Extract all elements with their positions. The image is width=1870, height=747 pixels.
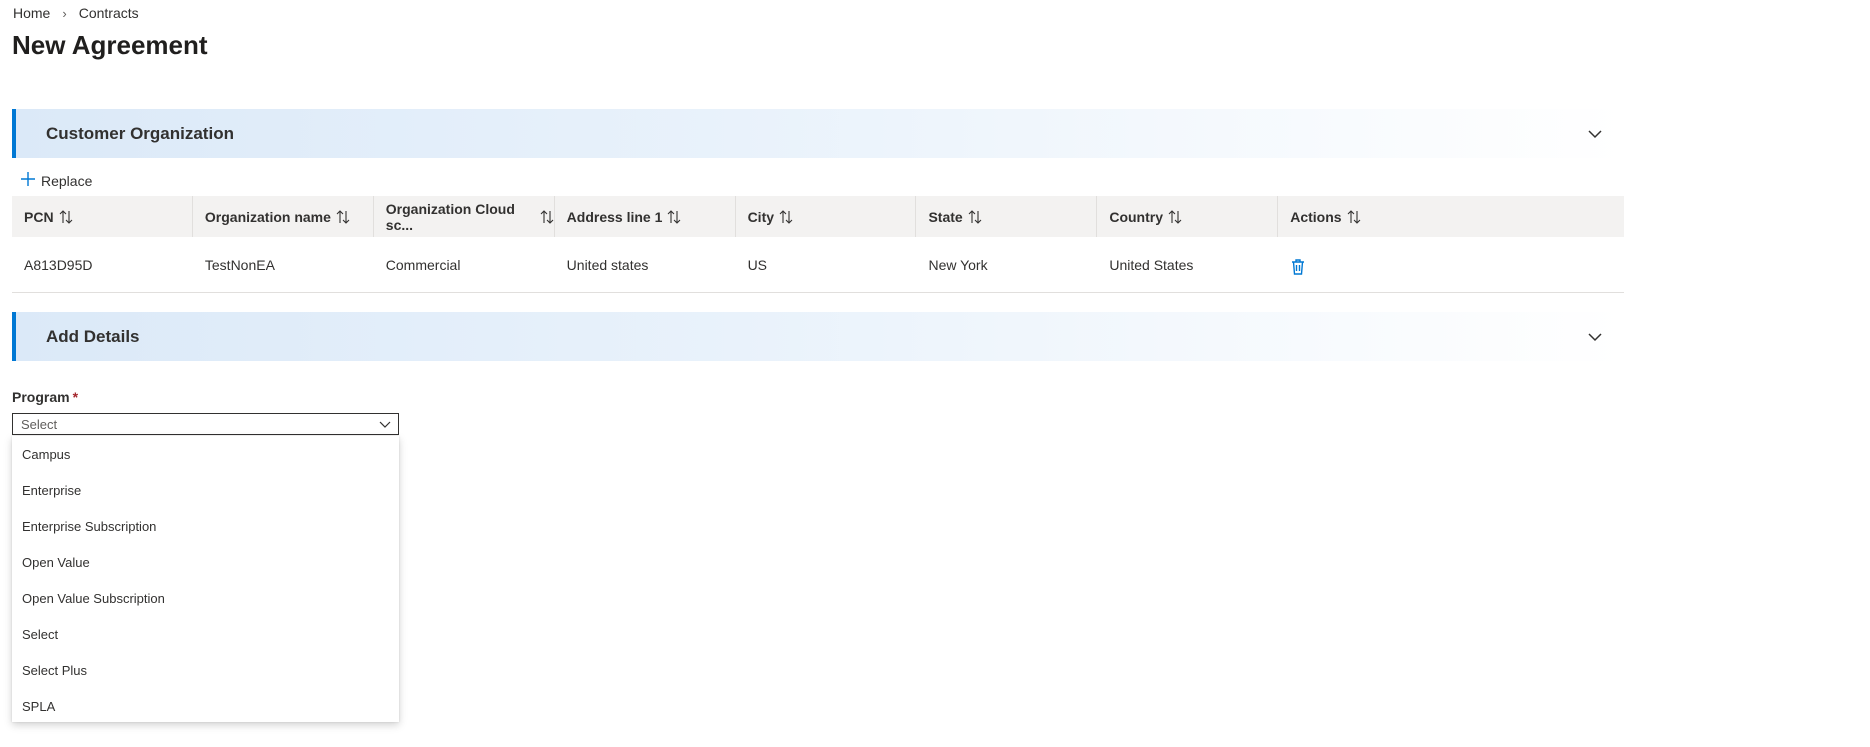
program-option[interactable]: Campus xyxy=(12,437,399,473)
column-header-label: Actions xyxy=(1290,208,1342,225)
add-icon xyxy=(19,170,41,191)
chevron-down-icon[interactable] xyxy=(1586,125,1604,143)
replace-button[interactable]: Replace xyxy=(19,170,92,191)
cell-country: United States xyxy=(1109,256,1194,273)
table-row: A813D95D TestNonEA Commercial United sta… xyxy=(12,237,1624,293)
program-label: Program * xyxy=(12,389,78,405)
program-dropdown-value: Select xyxy=(21,417,58,432)
page-title: New Agreement xyxy=(12,30,208,60)
add-details-header[interactable]: Add Details xyxy=(12,312,1624,361)
sort-icon[interactable] xyxy=(667,209,681,225)
program-option[interactable]: SPLA xyxy=(12,689,399,725)
column-header-organization-name[interactable]: Organization name xyxy=(193,196,374,237)
sort-icon[interactable] xyxy=(1347,209,1361,225)
column-header-pcn[interactable]: PCN xyxy=(12,196,193,237)
sort-icon[interactable] xyxy=(336,209,350,225)
sort-icon[interactable] xyxy=(540,209,554,225)
program-option[interactable]: Select Plus xyxy=(12,653,399,689)
customer-organization-title: Customer Organization xyxy=(46,124,234,143)
program-options-menu: Campus Enterprise Enterprise Subscriptio… xyxy=(12,436,399,722)
column-header-actions[interactable]: Actions xyxy=(1278,196,1624,237)
customer-organization-table: PCN Organization name Organization Cloud… xyxy=(12,196,1624,293)
cell-city: US xyxy=(747,256,768,273)
customer-organization-header[interactable]: Customer Organization xyxy=(12,109,1624,158)
table-header: PCN Organization name Organization Cloud… xyxy=(12,196,1624,237)
program-dropdown[interactable]: Select xyxy=(12,413,399,435)
column-header-label: Organization name xyxy=(204,208,331,225)
sort-icon[interactable] xyxy=(59,209,73,225)
column-header-state[interactable]: State xyxy=(916,196,1098,237)
cell-pcn: A813D95D xyxy=(24,256,93,273)
program-option[interactable]: Enterprise xyxy=(12,473,399,509)
trash-icon[interactable] xyxy=(1290,258,1306,279)
cell-organization-name: TestNonEA xyxy=(204,256,275,273)
cell-actions xyxy=(1278,237,1624,292)
sort-icon[interactable] xyxy=(1168,209,1182,225)
column-header-city[interactable]: City xyxy=(736,196,917,237)
program-option[interactable]: Open Value xyxy=(12,545,399,581)
column-header-address-line-1[interactable]: Address line 1 xyxy=(555,196,736,237)
breadcrumb-separator: › xyxy=(62,5,67,21)
required-marker: * xyxy=(72,389,79,405)
sort-icon[interactable] xyxy=(779,209,793,225)
program-option[interactable]: Enterprise Subscription xyxy=(12,509,399,545)
sort-icon[interactable] xyxy=(968,209,982,225)
replace-button-label: Replace xyxy=(41,172,93,189)
cell-address-line-1: United states xyxy=(566,256,649,273)
chevron-down-icon[interactable] xyxy=(1586,328,1604,346)
column-header-label: PCN xyxy=(24,208,54,225)
column-header-organization-cloud[interactable]: Organization Cloud sc... xyxy=(374,196,555,237)
add-details-title: Add Details xyxy=(46,327,140,346)
cell-state: New York xyxy=(928,256,988,273)
column-header-label: Organization Cloud sc... xyxy=(385,200,515,233)
chevron-down-icon xyxy=(378,418,392,436)
program-label-text: Program xyxy=(12,389,70,405)
column-header-label: City xyxy=(747,208,775,225)
breadcrumb-contracts-link[interactable]: Contracts xyxy=(79,5,139,21)
program-option[interactable]: Select xyxy=(12,617,399,653)
program-option[interactable]: Open Value Subscription xyxy=(12,581,399,617)
column-header-label: Country xyxy=(1109,208,1164,225)
breadcrumb-home-link[interactable]: Home xyxy=(13,5,50,21)
column-header-country[interactable]: Country xyxy=(1097,196,1279,237)
cell-organization-cloud: Commercial xyxy=(385,256,461,273)
breadcrumb: Home › Contracts xyxy=(13,5,139,21)
column-header-label: State xyxy=(928,208,963,225)
column-header-label: Address line 1 xyxy=(566,208,663,225)
